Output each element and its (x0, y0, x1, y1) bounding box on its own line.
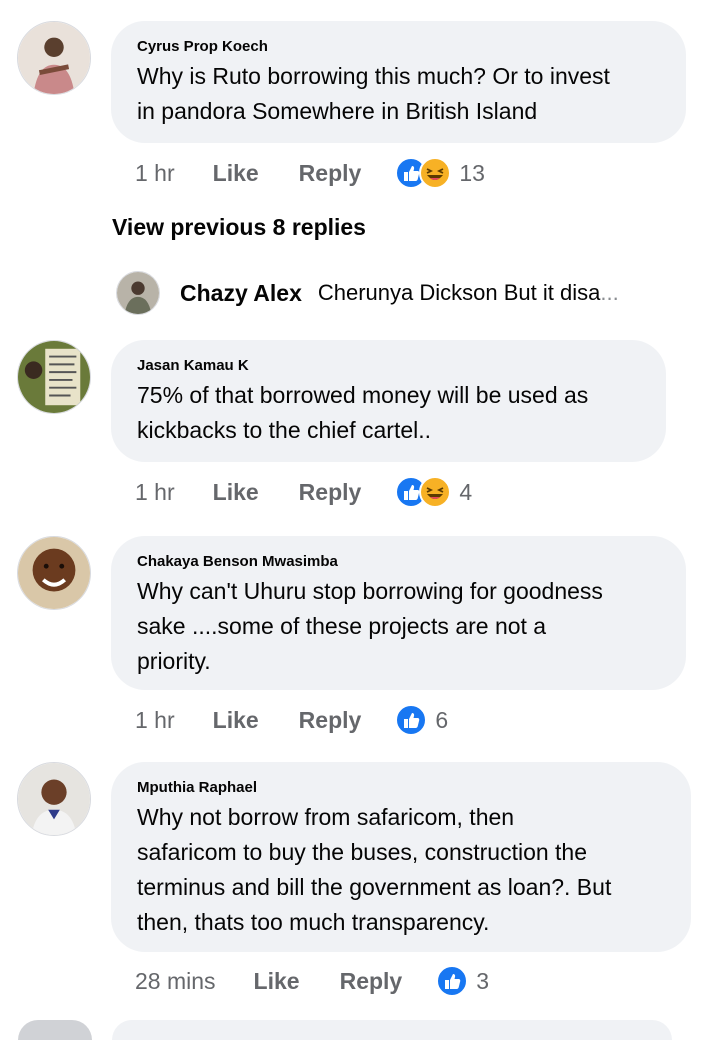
comment-text: Why is Ruto borrowing this much? Or to i… (137, 59, 660, 129)
like-button[interactable]: Like (213, 707, 259, 734)
comment-author[interactable]: Cyrus Prop Koech (137, 37, 660, 57)
reply-button[interactable]: Reply (340, 968, 403, 995)
like-button[interactable]: Like (254, 968, 300, 995)
avatar[interactable] (17, 762, 91, 836)
avatar[interactable] (18, 1020, 92, 1040)
avatar[interactable] (17, 536, 91, 610)
avatar[interactable] (17, 21, 91, 95)
comment-author[interactable]: Chakaya Benson Mwasimba (137, 552, 660, 572)
comment-line: Why is Ruto borrowing this much? Or to i… (137, 63, 610, 89)
avatar-image (18, 22, 90, 94)
comment-line: then, thats too much transparency. (137, 909, 490, 935)
comment-bubble (112, 1020, 672, 1040)
reaction-count: 13 (459, 159, 485, 186)
comment-time[interactable]: 28 mins (135, 968, 216, 995)
reactions-summary[interactable]: 3 (436, 965, 489, 997)
like-icon (395, 704, 427, 736)
comment-author[interactable]: Mputhia Raphael (137, 778, 665, 798)
comment-actions: 1 hr Like Reply 6 (135, 702, 448, 738)
comment-time[interactable]: 1 hr (135, 479, 175, 506)
comment-actions: 1 hr Like Reply 13 (135, 155, 485, 191)
avatar-image (18, 537, 90, 609)
comment-line: priority. (137, 648, 211, 674)
comment-line: sake ....some of these projects are not … (137, 613, 547, 639)
avatar-image (117, 272, 159, 314)
comment-actions: 28 mins Like Reply 3 (135, 963, 489, 999)
comment-time[interactable]: 1 hr (135, 707, 175, 734)
reactions-summary[interactable]: 6 (395, 704, 448, 736)
avatar[interactable] (116, 271, 160, 315)
comment-actions: 1 hr Like Reply 4 (135, 474, 472, 510)
reply-ellipsis: ... (600, 280, 619, 305)
avatar-image (18, 341, 90, 413)
comment-bubble: Chakaya Benson Mwasimba Why can't Uhuru … (111, 536, 686, 690)
comment-text: Why can't Uhuru stop borrowing for goodn… (137, 574, 660, 679)
comment-line: 75% of that borrowed money will be used … (137, 382, 589, 408)
haha-icon (419, 157, 451, 189)
comment-author[interactable]: Jasan Kamau K (137, 356, 640, 376)
reaction-count: 4 (459, 478, 473, 505)
view-previous-replies-link[interactable]: View previous 8 replies (112, 214, 366, 241)
comment-bubble: Jasan Kamau K 75% of that borrowed money… (111, 340, 666, 462)
reply-text: Cherunya Dickson But it disa (317, 280, 601, 305)
reply-button[interactable]: Reply (299, 707, 362, 734)
reaction-count: 6 (435, 706, 449, 733)
comment-line: safaricom to buy the buses, construction… (137, 839, 588, 865)
comment-text: 75% of that borrowed money will be used … (137, 378, 640, 448)
reply-author[interactable]: Chazy Alex (180, 280, 302, 307)
comment-line: kickbacks to the chief cartel.. (137, 417, 432, 443)
comment-line: Why can't Uhuru stop borrowing for goodn… (137, 578, 603, 604)
reactions-summary[interactable]: 4 (395, 476, 472, 508)
reply-button[interactable]: Reply (299, 160, 362, 187)
like-button[interactable]: Like (213, 479, 259, 506)
comment-bubble: Cyrus Prop Koech Why is Ruto borrowing t… (111, 21, 686, 143)
like-icon (436, 965, 468, 997)
reactions-summary[interactable]: 13 (395, 157, 485, 189)
avatar-image (18, 763, 90, 835)
comment-time[interactable]: 1 hr (135, 160, 175, 187)
haha-icon (419, 476, 451, 508)
reply-preview[interactable]: Chazy Alex Cherunya Dickson But it disa.… (116, 268, 619, 318)
avatar[interactable] (17, 340, 91, 414)
reaction-count: 3 (476, 967, 490, 994)
like-button[interactable]: Like (213, 160, 259, 187)
comment-line: in pandora Somewhere in British Island (137, 98, 538, 124)
comment-line: Why not borrow from safaricom, then (137, 804, 515, 830)
comment-line: terminus and bill the government as loan… (137, 874, 612, 900)
comment-bubble: Mputhia Raphael Why not borrow from safa… (111, 762, 691, 952)
reply-button[interactable]: Reply (299, 479, 362, 506)
comment-text: Why not borrow from safaricom, then safa… (137, 800, 665, 940)
